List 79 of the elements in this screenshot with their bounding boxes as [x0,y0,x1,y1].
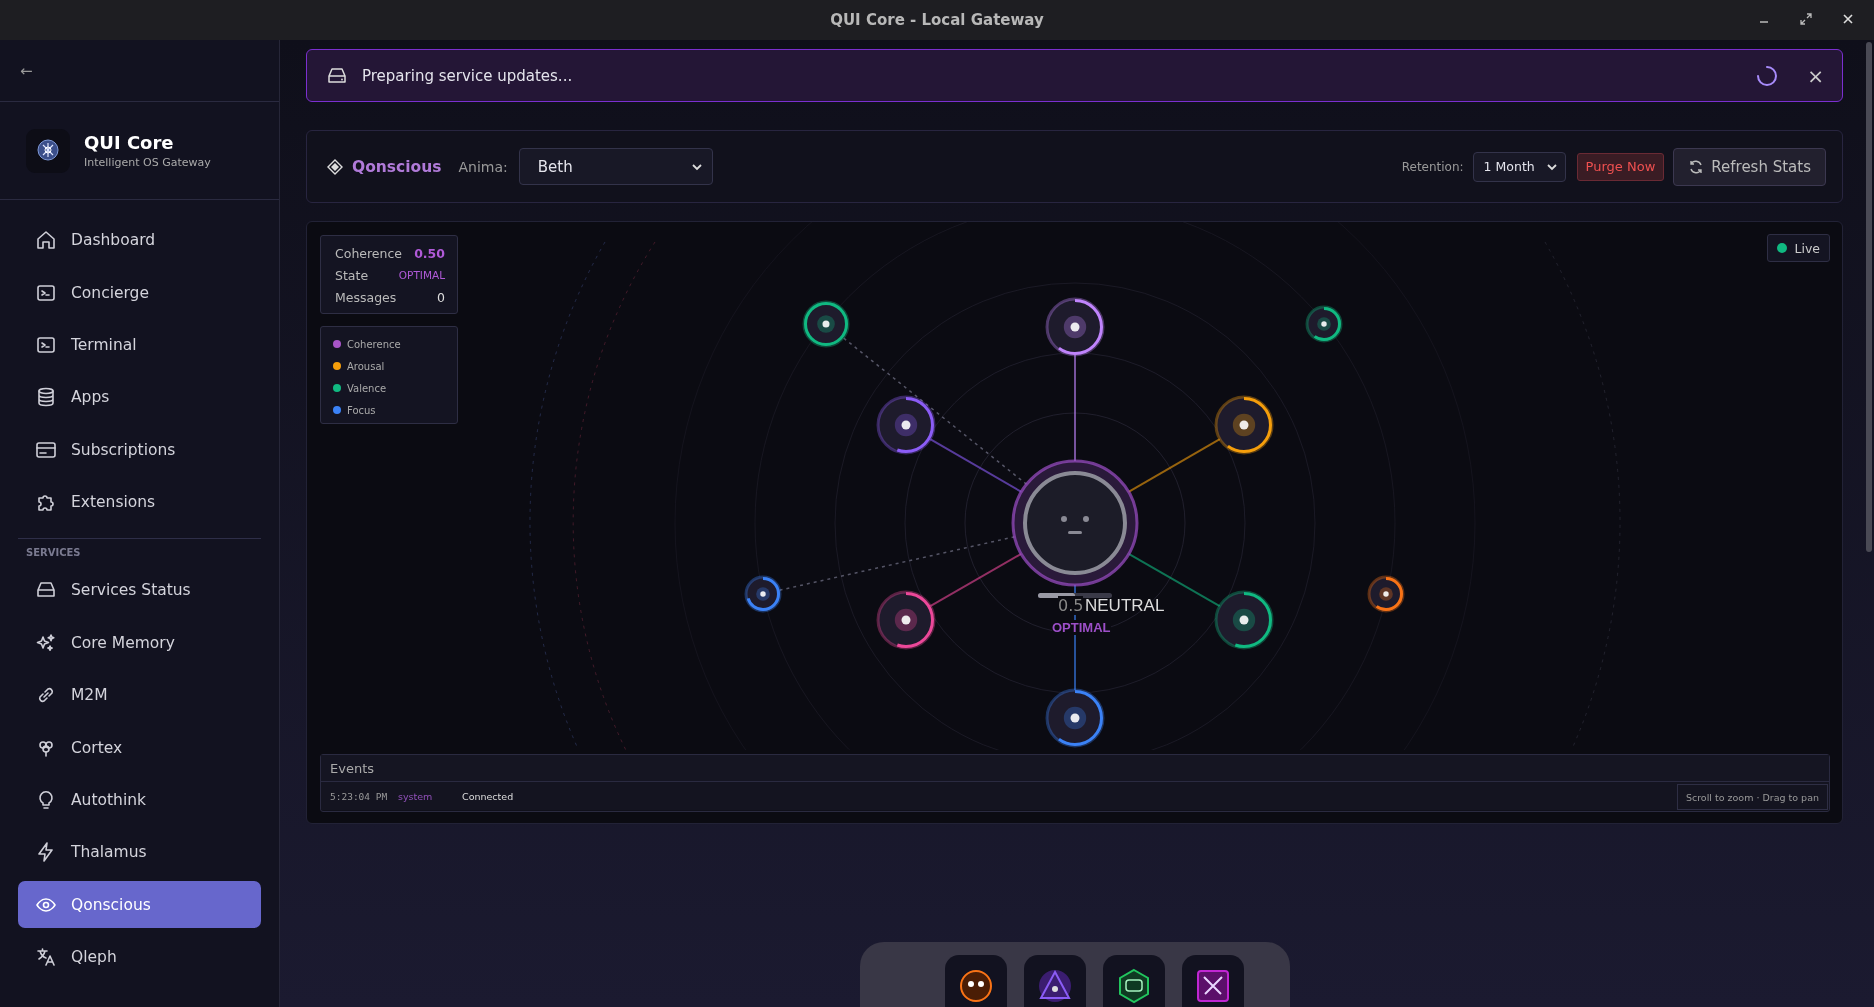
stat-label: Coherence [335,245,403,261]
graph-node[interactable] [1045,688,1105,748]
page-title: Qonscious [352,157,442,176]
sidebar-item[interactable]: Qonscious [18,881,261,929]
anima-label: Anima: [458,158,508,175]
stat-value: 0.50 [414,245,445,261]
dock-app[interactable] [1103,955,1165,1007]
sidebar-item[interactable]: Core Memory [18,619,261,667]
graph-node[interactable] [1045,297,1105,357]
anima-select[interactable]: Beth [518,148,713,185]
graph-node[interactable] [876,395,936,455]
coherence-value: 0.5 [1058,596,1084,615]
dock-app[interactable] [1182,955,1244,1007]
scrollbar[interactable] [1866,42,1872,552]
refresh-button[interactable]: Refresh Stats [1673,147,1826,186]
graph-node[interactable] [1367,575,1405,613]
chevron-down-icon [1545,162,1558,171]
legend-label: Coherence [347,338,401,350]
legend-label: Arousal [347,360,385,372]
stat-value: OPTIMAL [398,269,445,281]
sidebar-item[interactable]: Autothink [18,776,261,824]
banner-message: Preparing service updates... [362,66,574,85]
back-button[interactable]: ← [20,61,33,80]
sidebar-item[interactable]: Cortex [18,724,261,772]
sidebar-item[interactable]: M2M [18,671,261,719]
hexagon-icon [1116,968,1152,1004]
hint-label: Scroll to zoom · Drag to pan [1676,784,1828,810]
drive-icon [327,66,347,85]
face-node[interactable] [1011,459,1139,587]
loading-spinner [1756,64,1779,87]
sparkles-icon [35,631,57,654]
retention-select[interactable]: 1 Month [1472,151,1566,182]
section-heading: SERVICES [25,546,82,561]
brand-name: QUI Core [84,132,175,153]
sidebar-item[interactable]: Thalamus [18,828,261,876]
purge-button[interactable]: Purge Now [1576,152,1665,181]
refresh-icon [1688,158,1705,175]
window-title: QUI Core - Local Gateway [830,11,1044,29]
diamond-icon [327,158,343,175]
brand-subtitle: Intelligent OS Gateway [84,156,211,169]
chevron-down-icon [690,162,703,171]
graph-node[interactable] [802,300,850,348]
sidebar-item[interactable]: Dashboard [18,216,261,264]
database-icon [35,386,57,409]
triangle-eye-icon [1037,968,1073,1004]
sidebar-item[interactable]: Terminal [18,321,261,369]
events-title: Events [321,755,1829,782]
graph-node[interactable] [1214,590,1274,650]
sidebar-item[interactable]: Subscriptions [18,426,261,474]
dock-app[interactable] [1024,955,1086,1007]
event-source: system [398,790,434,802]
maximize-icon[interactable] [1800,13,1812,25]
translate-icon [35,946,57,969]
live-label: Live [1794,240,1820,256]
graph-node[interactable] [1305,305,1343,343]
graph-node[interactable] [876,590,936,650]
sidebar-item[interactable]: Extensions [18,478,261,526]
mood-label: NEUTRAL [1085,596,1165,616]
graph-node[interactable] [1214,395,1274,455]
graph-node[interactable] [744,575,782,613]
stat-label: Messages [335,289,397,305]
legend-label: Focus [347,404,376,416]
face-badge-icon [958,968,994,1004]
logo-icon [26,128,70,173]
dock-app[interactable] [945,955,1007,1007]
sidebar-item[interactable]: Qleph [18,933,261,981]
stat-value: 0 [437,289,445,305]
close-icon[interactable] [1842,13,1854,25]
close-button[interactable]: × [1807,63,1824,88]
sidebar-item[interactable]: Apps [18,373,261,421]
sidebar-item[interactable]: Concierge [18,269,261,317]
retention-label: Retention: [1401,159,1464,174]
event-message: Connected [462,790,514,802]
event-time: 5:23:04 PM [330,790,389,802]
stat-label: State [335,267,369,283]
state-label: OPTIMAL [1052,620,1111,635]
legend-label: Valence [347,382,387,394]
home-icon [35,229,57,252]
sidebar-item[interactable]: Services Status [18,566,261,614]
